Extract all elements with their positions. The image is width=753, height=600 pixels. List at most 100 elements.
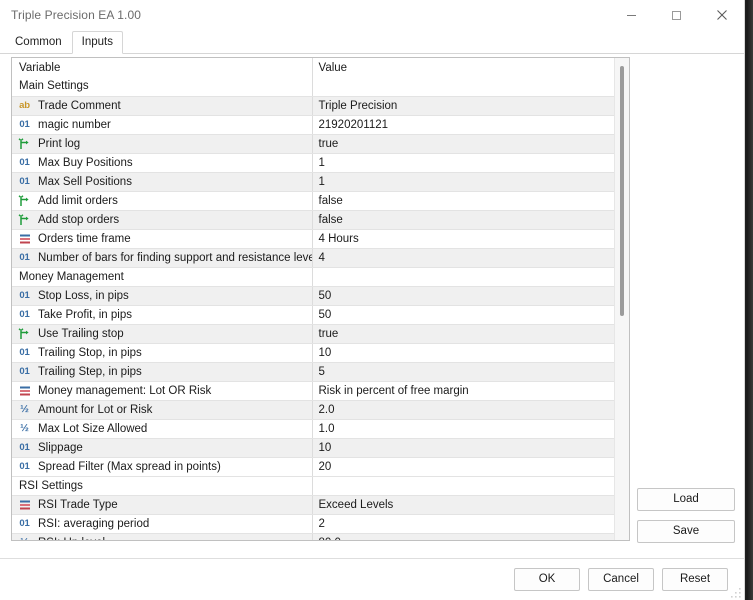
variable-cell: Use Trailing stop <box>17 325 312 343</box>
load-button[interactable]: Load <box>637 488 735 511</box>
inputs-table-body: Variable Value Main Settings ab Trade Comm… <box>12 58 614 540</box>
reset-button[interactable]: Reset <box>662 568 728 591</box>
value-cell[interactable]: 21920201121 <box>311 115 614 135</box>
variable-label: RSI: averaging period <box>38 517 150 530</box>
table-row[interactable]: 01 Stop Loss, in pips 50 <box>12 286 614 306</box>
variable-cell-container: Add limit orders <box>12 191 312 211</box>
grid-vertical-scrollbar[interactable] <box>614 58 629 540</box>
table-header-row: Variable Value <box>12 58 614 77</box>
variable-cell: 01 Trailing Step, in pips <box>17 363 312 381</box>
value-cell[interactable]: 4 <box>311 248 614 268</box>
value-cell[interactable]: 2 <box>311 514 614 534</box>
variable-label: Orders time frame <box>38 232 131 245</box>
value-cell[interactable]: 50 <box>311 286 614 306</box>
table-row[interactable]: 01 Trailing Stop, in pips 10 <box>12 343 614 363</box>
boolean-branch-icon <box>17 213 32 227</box>
table-row[interactable]: Money management: Lot OR Risk Risk in per… <box>12 381 614 401</box>
value-cell[interactable]: Triple Precision <box>311 96 614 116</box>
variable-cell: 01 Max Buy Positions <box>17 154 312 172</box>
maximize-button[interactable] <box>654 0 699 30</box>
value-cell[interactable]: 1 <box>311 172 614 192</box>
table-row[interactable]: 01 magic number 21920201121 <box>12 115 614 135</box>
tab-common[interactable]: Common <box>5 31 72 54</box>
variable-cell-container: 01 Trailing Stop, in pips <box>12 343 312 363</box>
value-cell[interactable]: 4 Hours <box>311 229 614 249</box>
table-row[interactable]: 01 Take Profit, in pips 50 <box>12 305 614 325</box>
cancel-button[interactable]: Cancel <box>588 568 654 591</box>
integer-type-icon: 01 <box>19 289 30 301</box>
tab-strip: Common Inputs <box>0 30 744 54</box>
table-row[interactable]: 01 Slippage 10 <box>12 438 614 458</box>
value-cell[interactable]: false <box>311 191 614 211</box>
enum-list-icon <box>17 232 32 246</box>
integer-type-icon: 01 <box>19 441 30 453</box>
maximize-icon <box>672 10 681 20</box>
integer-type-icon: 01 <box>19 365 30 377</box>
variable-cell: ½ RSI: Up level <box>17 534 312 541</box>
table-row[interactable]: 01 Spread Filter (Max spread in points) 20 <box>12 457 614 477</box>
value-cell[interactable]: false <box>311 210 614 230</box>
value-cell[interactable]: 1.0 <box>311 419 614 439</box>
table-row[interactable]: Print log true <box>12 134 614 154</box>
table-row[interactable]: 01 Max Sell Positions 1 <box>12 172 614 192</box>
table-row[interactable]: ½ RSI: Up level 80.0 <box>12 533 614 540</box>
table-row[interactable]: ab Trade Comment Triple Precision <box>12 96 614 116</box>
variable-cell: 01 Max Sell Positions <box>17 173 312 191</box>
value-cell[interactable]: Exceed Levels <box>311 495 614 515</box>
grid-scrollbar-thumb[interactable] <box>620 66 624 316</box>
variable-label: RSI Trade Type <box>38 498 118 511</box>
table-row[interactable]: ½ Amount for Lot or Risk 2.0 <box>12 400 614 420</box>
section-header-row: Money Management <box>12 267 614 287</box>
table-row[interactable]: RSI Trade Type Exceed Levels <box>12 495 614 515</box>
resize-grip-icon[interactable] <box>730 587 742 599</box>
tab-inputs[interactable]: Inputs <box>71 31 123 54</box>
column-header-variable: Variable <box>12 58 312 77</box>
table-row[interactable]: 01 RSI: averaging period 2 <box>12 514 614 534</box>
value-cell[interactable]: true <box>311 134 614 154</box>
close-icon <box>716 10 727 20</box>
variable-cell-container: ½ Max Lot Size Allowed <box>12 419 312 439</box>
variable-cell-container: 01 Stop Loss, in pips <box>12 286 312 306</box>
variable-cell-container: Print log <box>12 134 312 154</box>
variable-cell-container: 01 Spread Filter (Max spread in points) <box>12 457 312 477</box>
variable-label: Trade Comment <box>38 99 121 112</box>
variable-cell: 01 Trailing Stop, in pips <box>17 344 312 362</box>
value-cell[interactable]: 10 <box>311 438 614 458</box>
variable-cell-container: 01 Max Sell Positions <box>12 172 312 192</box>
section-header-label: Money Management <box>12 267 312 287</box>
table-row[interactable]: Use Trailing stop true <box>12 324 614 344</box>
variable-cell-container: Use Trailing stop <box>12 324 312 344</box>
variable-label: Max Sell Positions <box>38 175 132 188</box>
value-cell[interactable]: 1 <box>311 153 614 173</box>
ok-button[interactable]: OK <box>514 568 580 591</box>
minimize-button[interactable] <box>609 0 654 30</box>
section-header-value <box>311 476 614 496</box>
value-cell[interactable]: 10 <box>311 343 614 363</box>
value-cell[interactable]: 50 <box>311 305 614 325</box>
variable-label: Stop Loss, in pips <box>38 289 129 302</box>
value-cell[interactable]: 5 <box>311 362 614 382</box>
value-cell[interactable]: true <box>311 324 614 344</box>
save-button[interactable]: Save <box>637 520 735 543</box>
value-cell[interactable]: 80.0 <box>311 533 614 540</box>
close-button[interactable] <box>699 0 744 30</box>
table-row[interactable]: Orders time frame 4 Hours <box>12 229 614 249</box>
variable-cell: 01 Slippage <box>17 439 312 457</box>
inputs-grid-scroll-area[interactable]: Variable Value Main Settings ab Trade Comm… <box>12 58 614 540</box>
table-row[interactable]: 01 Max Buy Positions 1 <box>12 153 614 173</box>
integer-type-icon: 01 <box>19 308 30 320</box>
variable-cell-container: ½ RSI: Up level <box>12 533 312 540</box>
table-row[interactable]: Add limit orders false <box>12 191 614 211</box>
window-title: Triple Precision EA 1.00 <box>11 8 142 22</box>
table-row[interactable]: Add stop orders false <box>12 210 614 230</box>
table-row[interactable]: 01 Trailing Step, in pips 5 <box>12 362 614 382</box>
variable-label: Max Buy Positions <box>38 156 133 169</box>
inputs-grid-panel: Variable Value Main Settings ab Trade Comm… <box>11 57 630 541</box>
table-row[interactable]: 01 Number of bars for finding support and… <box>12 248 614 268</box>
value-cell[interactable]: Risk in percent of free margin <box>311 381 614 401</box>
table-row[interactable]: ½ Max Lot Size Allowed 1.0 <box>12 419 614 439</box>
value-cell[interactable]: 20 <box>311 457 614 477</box>
variable-label: magic number <box>38 118 111 131</box>
value-cell[interactable]: 2.0 <box>311 400 614 420</box>
section-header-row: RSI Settings <box>12 476 614 496</box>
